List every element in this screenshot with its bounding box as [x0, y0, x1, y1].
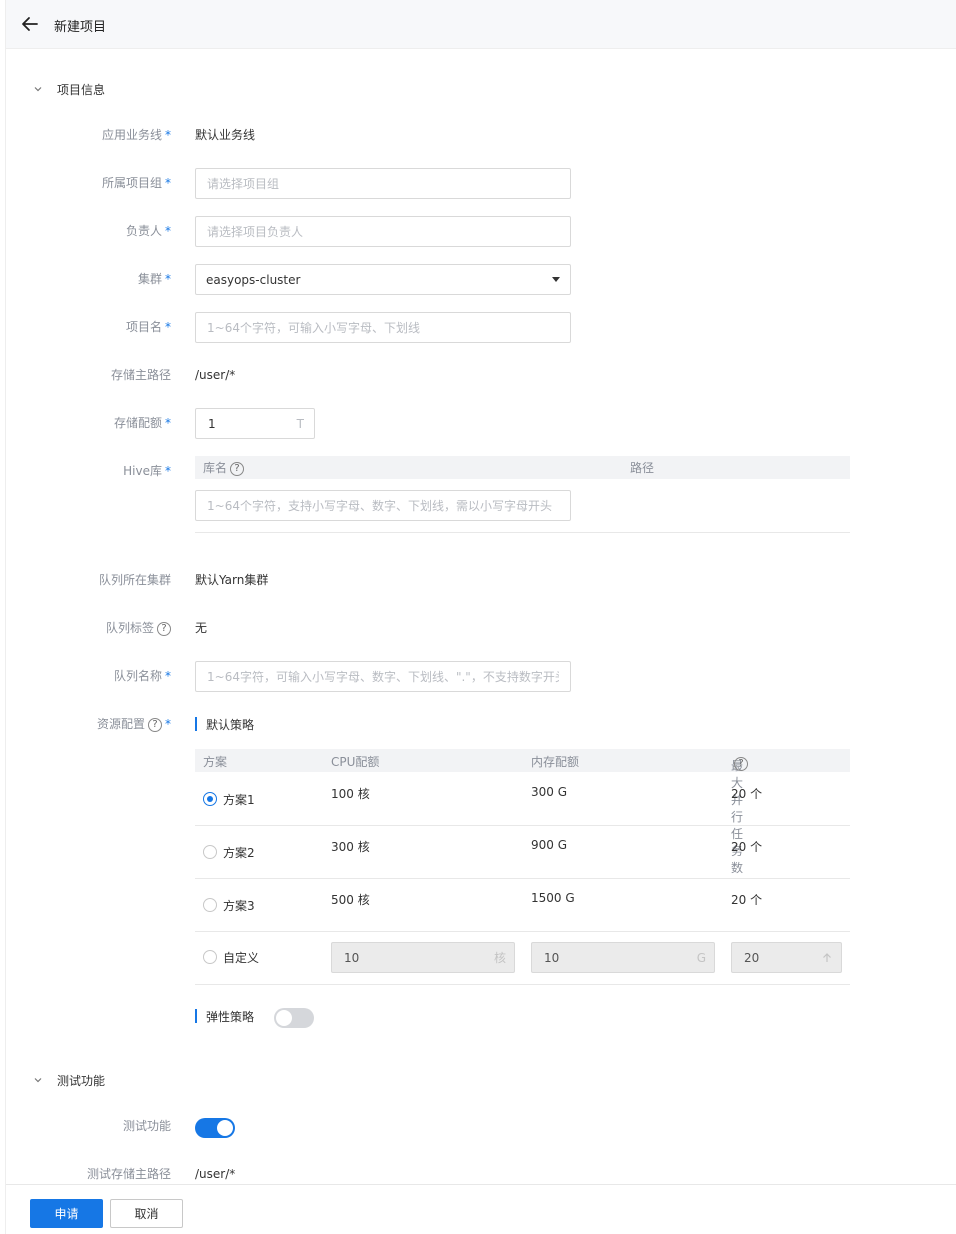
hive-label: Hive库 *	[123, 464, 171, 478]
chevron-down-icon	[34, 1078, 42, 1083]
page-title: 新建项目	[54, 20, 107, 35]
table-row[interactable]: 方案1 100 核 300 G 20 个	[195, 772, 850, 826]
plan-3-radio[interactable]	[203, 898, 217, 912]
cluster-selected-value: easyops-cluster	[206, 272, 301, 287]
help-icon[interactable]: ?	[734, 757, 748, 771]
business-line-value: 默认业务线	[195, 128, 256, 142]
business-line-label: 应用业务线 *	[101, 128, 171, 142]
test-storage-value: /user/*	[195, 1167, 236, 1181]
cluster-label: 集群 *	[137, 272, 171, 286]
elastic-policy-title: 弹性策略	[195, 1008, 254, 1024]
section-title: 项目信息	[57, 82, 106, 97]
hive-col-name: 库名?	[203, 459, 245, 476]
footer-bar: 申请 取消	[6, 1184, 956, 1234]
plan-tasks: 20 个	[731, 893, 763, 907]
chevron-down-icon	[34, 87, 42, 92]
plan-mem: 900 G	[531, 838, 568, 852]
custom-tasks-stepper[interactable]: 20	[731, 942, 842, 973]
queue-name-label: 队列名称 *	[113, 669, 171, 683]
accent-bar	[195, 1009, 197, 1023]
caret-down-icon	[552, 277, 560, 282]
col-plan: 方案	[203, 755, 228, 769]
plan-name: 自定义	[223, 951, 260, 965]
plan-mem: 300 G	[531, 785, 568, 799]
cluster-select[interactable]: easyops-cluster	[195, 264, 571, 295]
storage-quota-value: 1	[208, 416, 216, 431]
back-arrow-icon[interactable]	[20, 14, 40, 34]
plan-name: 方案3	[223, 899, 255, 913]
hive-col-path: 路径	[630, 461, 655, 475]
queue-cluster-label: 队列所在集群	[98, 573, 171, 587]
custom-mem-input[interactable]: 10 G	[531, 942, 715, 973]
plan-name: 方案1	[223, 793, 255, 807]
plan-cpu: 300 核	[331, 840, 370, 854]
queue-tag-value: 无	[195, 621, 208, 635]
storage-quota-label: 存储配额 *	[113, 416, 171, 430]
hive-db-name-input[interactable]	[195, 490, 571, 521]
storage-path-label: 存储主路径	[110, 368, 171, 382]
resource-table-header: 方案 CPU配额 内存配额 最大并行任务数?	[195, 749, 850, 875]
custom-cpu-input[interactable]: 10 核	[331, 942, 515, 973]
submit-button[interactable]: 申请	[30, 1199, 103, 1228]
help-icon[interactable]: ?	[230, 461, 245, 476]
page-frame: 新建项目 项目信息 应用业务线* 默认业务线 所属项目组* 负责人* 集群* e…	[5, 0, 956, 1234]
project-name-input[interactable]	[195, 312, 571, 343]
table-row[interactable]: 自定义 10 核 10 G 20	[195, 932, 850, 985]
hive-table-header: 库名? 路径	[195, 456, 850, 479]
plan-mem: 1500 G	[531, 891, 575, 905]
section-project-info[interactable]: 项目信息	[32, 79, 105, 99]
help-icon[interactable]: ?	[148, 717, 162, 732]
storage-quota-unit: T	[296, 416, 304, 431]
divider	[195, 532, 850, 533]
plan-tasks: 20 个	[731, 840, 763, 854]
project-name-label: 项目名 *	[125, 320, 171, 334]
toggle-knob	[217, 1120, 233, 1136]
plan-2-radio[interactable]	[203, 845, 217, 859]
project-group-label: 所属项目组 *	[101, 176, 171, 190]
storage-quota-input[interactable]: 1 T	[195, 408, 315, 439]
plan-name: 方案2	[223, 846, 255, 860]
queue-name-input[interactable]	[195, 661, 571, 692]
storage-path-value: /user/*	[195, 368, 236, 382]
table-row[interactable]: 方案3 500 核 1500 G 20 个	[195, 879, 850, 932]
queue-cluster-value: 默认Yarn集群	[195, 573, 269, 587]
owner-label: 负责人 *	[125, 224, 171, 238]
col-cpu: CPU配额	[331, 755, 380, 769]
default-policy-title: 默认策略	[195, 716, 254, 732]
top-bar: 新建项目	[6, 0, 956, 49]
accent-bar	[195, 717, 197, 731]
plan-cpu: 500 核	[331, 893, 370, 907]
queue-tag-label: 队列标签?	[6, 618, 171, 638]
plan-tasks: 20 个	[731, 787, 763, 801]
table-row[interactable]: 方案2 300 核 900 G 20 个	[195, 826, 850, 879]
section-title: 测试功能	[57, 1073, 106, 1088]
project-group-input[interactable]	[195, 168, 571, 199]
test-feature-toggle[interactable]	[195, 1118, 235, 1138]
plan-cpu: 100 核	[331, 787, 370, 801]
section-test-feature[interactable]: 测试功能	[32, 1070, 105, 1090]
toggle-knob	[276, 1010, 292, 1026]
elastic-policy-toggle[interactable]	[274, 1008, 314, 1028]
plan-1-radio[interactable]	[203, 792, 217, 806]
help-icon[interactable]: ?	[157, 621, 171, 636]
test-feature-label: 测试功能	[122, 1119, 171, 1133]
cancel-button[interactable]: 取消	[110, 1199, 183, 1228]
resource-label: 资源配置? *	[96, 717, 171, 732]
col-mem: 内存配额	[531, 755, 580, 769]
custom-plan-radio[interactable]	[203, 950, 217, 964]
test-storage-label: 测试存储主路径	[86, 1167, 171, 1181]
owner-input[interactable]	[195, 216, 571, 247]
arrow-up-icon[interactable]	[821, 952, 833, 964]
